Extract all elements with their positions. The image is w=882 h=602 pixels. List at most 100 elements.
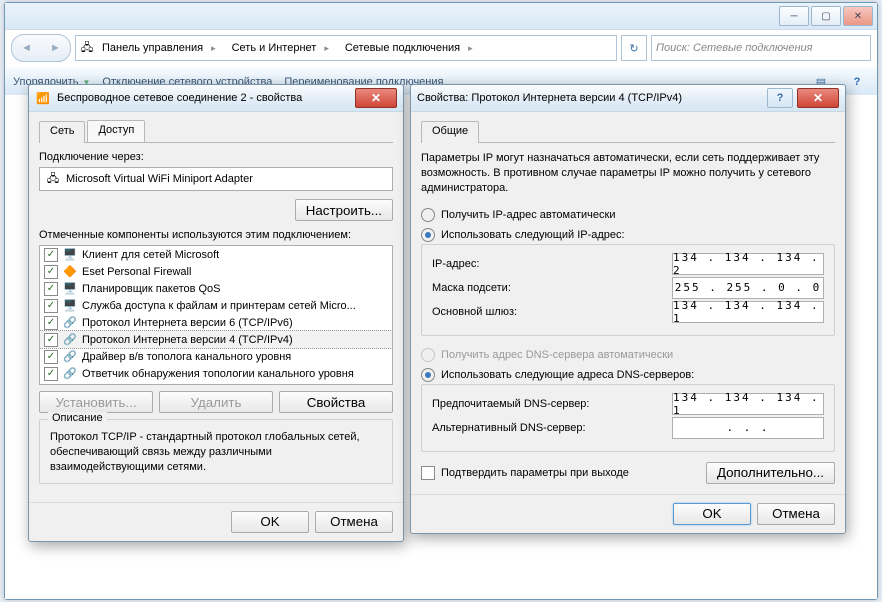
description-text: Протокол TCP/IP - стандартный протокол г… <box>50 430 382 475</box>
description-group: Описание Протокол TCP/IP - стандартный п… <box>39 419 393 484</box>
firewall-icon: 🔶 <box>63 265 77 279</box>
adapter-field: 🖧 Microsoft Virtual WiFi Miniport Adapte… <box>39 167 393 191</box>
ip-label: IP-адрес: <box>432 258 672 270</box>
checkbox[interactable]: ✓ <box>44 316 58 330</box>
advanced-button[interactable]: Дополнительно... <box>706 462 835 484</box>
tabstrip: Сеть Доступ <box>39 120 393 143</box>
dns1-input[interactable]: 134 . 134 . 134 . 1 <box>672 393 824 415</box>
chevron-right-icon: ▸ <box>211 43 216 54</box>
radio-dns-auto: Получить адрес DNS-сервера автоматически <box>421 346 835 364</box>
help-icon[interactable]: ? <box>845 71 869 93</box>
dialog-titlebar: 📶 Беспроводное сетевое соединение 2 - св… <box>29 85 403 112</box>
maximize-button[interactable]: ▢ <box>811 6 841 26</box>
uninstall-button[interactable]: Удалить <box>159 391 273 413</box>
client-icon: 🖥️ <box>63 248 77 262</box>
search-placeholder: Поиск: Сетевые подключения <box>656 42 813 54</box>
connection-properties-dialog: 📶 Беспроводное сетевое соединение 2 - св… <box>28 84 404 542</box>
cancel-button[interactable]: Отмена <box>315 511 393 533</box>
minimize-button[interactable]: ─ <box>779 6 809 26</box>
breadcrumb-item[interactable]: Панель управления▸ <box>94 37 224 59</box>
list-item[interactable]: ✓🖥️Клиент для сетей Microsoft <box>40 246 392 263</box>
list-item[interactable]: ✓🖥️Служба доступа к файлам и принтерам с… <box>40 297 392 314</box>
validate-checkbox[interactable] <box>421 466 435 480</box>
breadcrumb-bar[interactable]: 🖧 Панель управления▸ Сеть и Интернет▸ Се… <box>75 35 617 61</box>
dialog-title: Свойства: Протокол Интернета версии 4 (T… <box>417 92 767 104</box>
radio-dns-manual[interactable]: Использовать следующие адреса DNS-сервер… <box>421 366 835 384</box>
list-item[interactable]: ✓🔗Протокол Интернета версии 6 (TCP/IPv6) <box>40 314 392 331</box>
network-icon: 🖧 <box>80 41 94 55</box>
description-header: Описание <box>48 412 107 424</box>
nav-back-forward[interactable]: ◄ ► <box>11 34 71 62</box>
tab-network[interactable]: Сеть <box>39 121 85 143</box>
checkbox[interactable]: ✓ <box>44 350 58 364</box>
radio-icon <box>421 368 435 382</box>
qos-icon: 🖥️ <box>63 282 77 296</box>
components-label: Отмеченные компоненты используются этим … <box>39 229 393 241</box>
dns2-label: Альтернативный DNS-сервер: <box>432 422 672 434</box>
share-icon: 🖥️ <box>63 299 77 313</box>
ok-button[interactable]: OK <box>673 503 751 525</box>
checkbox[interactable]: ✓ <box>44 282 58 296</box>
chevron-right-icon: ▸ <box>324 43 329 54</box>
list-item[interactable]: ✓🔗Драйвер в/в тополога канального уровня <box>40 348 392 365</box>
breadcrumb-item[interactable]: Сеть и Интернет▸ <box>224 37 337 59</box>
dialog-footer: OK Отмена <box>411 494 845 533</box>
properties-button[interactable]: Свойства <box>279 391 393 413</box>
checkbox[interactable]: ✓ <box>44 367 58 381</box>
radio-ip-auto[interactable]: Получить IP-адрес автоматически <box>421 206 835 224</box>
checkbox[interactable]: ✓ <box>44 248 58 262</box>
radio-icon <box>421 348 435 362</box>
list-item[interactable]: ✓🔗Ответчик обнаружения топологии канальн… <box>40 365 392 382</box>
gateway-input[interactable]: 134 . 134 . 134 . 1 <box>672 301 824 323</box>
forward-arrow-icon: ► <box>50 42 61 54</box>
protocol-icon: 🔗 <box>63 333 77 347</box>
ip-input[interactable]: 134 . 134 . 134 . 2 <box>672 253 824 275</box>
checkbox[interactable]: ✓ <box>44 333 58 347</box>
tab-access[interactable]: Доступ <box>87 120 145 142</box>
install-button[interactable]: Установить... <box>39 391 153 413</box>
list-item[interactable]: ✓🖥️Планировщик пакетов QoS <box>40 280 392 297</box>
search-input[interactable]: Поиск: Сетевые подключения <box>651 35 871 61</box>
wifi-icon: 📶 <box>35 90 51 106</box>
validate-label: Подтвердить параметры при выходе <box>441 467 629 479</box>
help-button[interactable]: ? <box>767 88 793 108</box>
cancel-button[interactable]: Отмена <box>757 503 835 525</box>
refresh-button[interactable]: ↻ <box>621 35 647 61</box>
radio-ip-manual[interactable]: Использовать следующий IP-адрес: <box>421 226 835 244</box>
dialog-body: Сеть Доступ Подключение через: 🖧 Microso… <box>29 112 403 502</box>
ipv4-properties-dialog: Свойства: Протокол Интернета версии 4 (T… <box>410 84 846 534</box>
breadcrumb-item[interactable]: Сетевые подключения▸ <box>337 37 481 59</box>
connect-via-label: Подключение через: <box>39 151 393 163</box>
checkbox[interactable]: ✓ <box>44 265 58 279</box>
back-arrow-icon: ◄ <box>21 42 32 54</box>
components-list[interactable]: ✓🖥️Клиент для сетей Microsoft ✓🔶Eset Per… <box>39 245 393 385</box>
ok-button[interactable]: OK <box>231 511 309 533</box>
list-item-selected[interactable]: ✓🔗Протокол Интернета версии 4 (TCP/IPv4) <box>39 330 393 349</box>
adapter-name: Microsoft Virtual WiFi Miniport Adapter <box>66 173 253 185</box>
protocol-icon: 🔗 <box>63 316 77 330</box>
tabstrip: Общие <box>421 120 835 143</box>
info-text: Параметры IP могут назначаться автоматич… <box>421 151 835 196</box>
radio-icon <box>421 208 435 222</box>
dns1-label: Предпочитаемый DNS-сервер: <box>432 398 672 410</box>
responder-icon: 🔗 <box>63 367 77 381</box>
checkbox[interactable]: ✓ <box>44 299 58 313</box>
ip-group: IP-адрес:134 . 134 . 134 . 2 Маска подсе… <box>421 244 835 336</box>
mask-label: Маска подсети: <box>432 282 672 294</box>
mask-input[interactable]: 255 . 255 . 0 . 0 <box>672 277 824 299</box>
configure-button[interactable]: Настроить... <box>295 199 393 221</box>
dialog-footer: OK Отмена <box>29 502 403 541</box>
address-bar-row: ◄ ► 🖧 Панель управления▸ Сеть и Интернет… <box>5 30 877 66</box>
close-button[interactable]: ✕ <box>843 6 873 26</box>
tab-general[interactable]: Общие <box>421 121 479 143</box>
close-button[interactable]: ✕ <box>797 88 839 108</box>
dialog-titlebar: Свойства: Протокол Интернета версии 4 (T… <box>411 85 845 112</box>
driver-icon: 🔗 <box>63 350 77 364</box>
explorer-titlebar: ─ ▢ ✕ <box>5 3 877 30</box>
list-item[interactable]: ✓🔶Eset Personal Firewall <box>40 263 392 280</box>
close-button[interactable]: ✕ <box>355 88 397 108</box>
dialog-body: Общие Параметры IP могут назначаться авт… <box>411 112 845 494</box>
validate-row: Подтвердить параметры при выходе Дополни… <box>421 462 835 484</box>
dns2-input[interactable]: . . . <box>672 417 824 439</box>
dialog-title: Беспроводное сетевое соединение 2 - свой… <box>57 92 351 104</box>
